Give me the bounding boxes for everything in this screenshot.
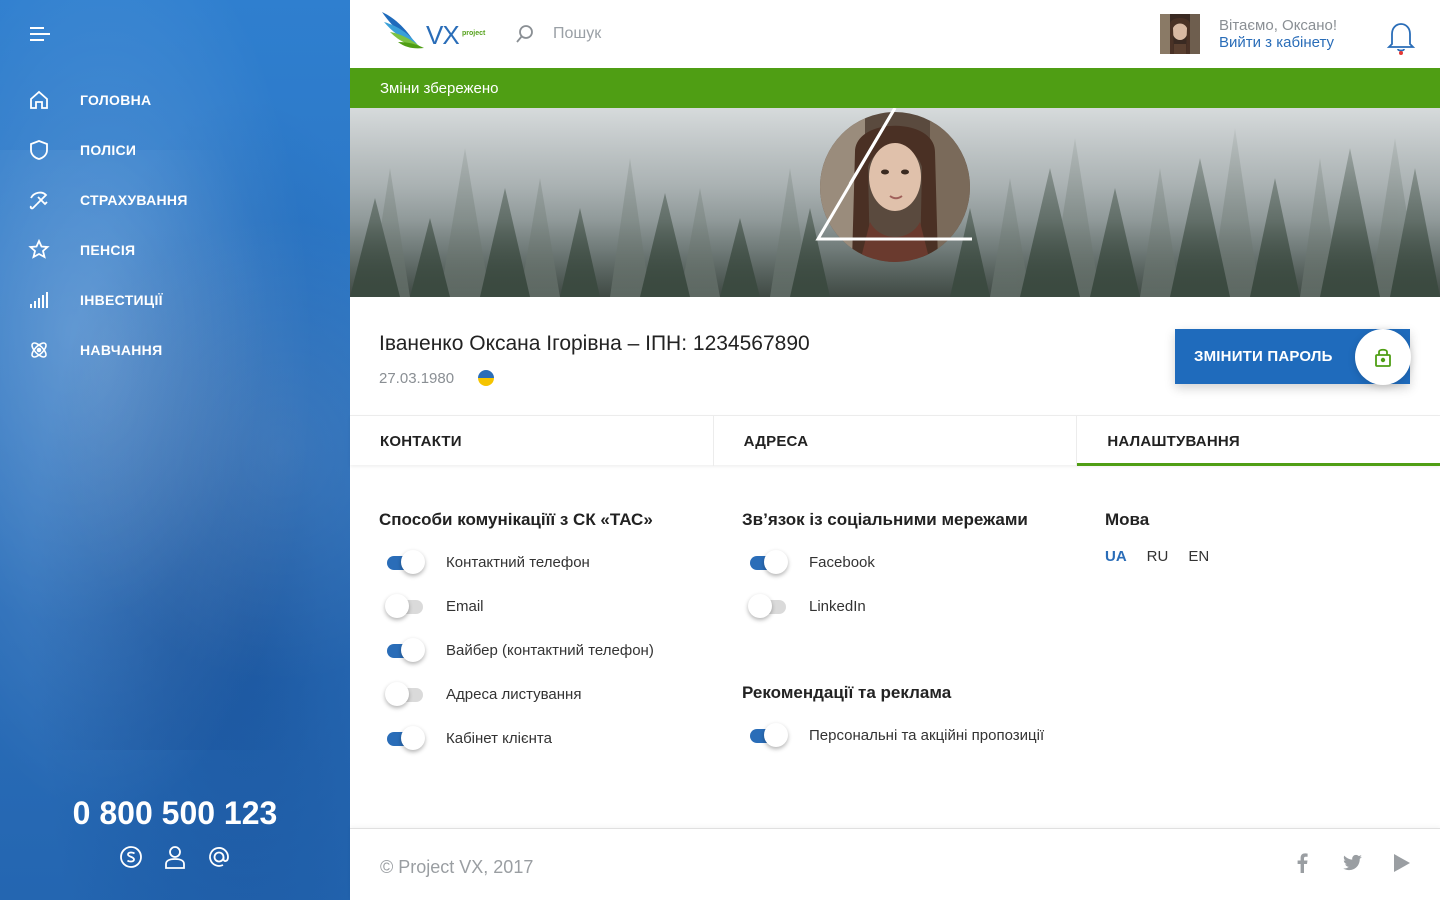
- skype-icon[interactable]: [118, 843, 144, 871]
- greeting-text: Вітаємо, Оксано!: [1219, 17, 1338, 34]
- logo-text: VX: [426, 20, 460, 50]
- search-bar: [515, 24, 753, 44]
- top-header: VX project Вітаємо, Оксано! Вийти з кабі…: [350, 0, 1440, 68]
- toggle-switch[interactable]: [385, 594, 431, 618]
- toggle-switch[interactable]: [385, 550, 431, 574]
- social-links: [1292, 853, 1412, 873]
- setting-row: Контактний телефон: [379, 540, 654, 584]
- star-icon: [28, 239, 50, 261]
- sidebar-item-label: ПОЛІСИ: [80, 142, 137, 158]
- facebook-icon[interactable]: [1292, 853, 1312, 873]
- language-option-ua[interactable]: UA: [1105, 548, 1127, 565]
- social-settings: Зв’язок із соціальними мережами Facebook…: [742, 510, 1028, 628]
- toggle-switch[interactable]: [385, 726, 431, 750]
- sidebar: ГОЛОВНА ПОЛІСИ СТРАХУВАННЯ ПЕНСІЯ ІНВЕСТ…: [0, 0, 350, 900]
- menu-icon[interactable]: [30, 27, 50, 43]
- toggle-switch[interactable]: [748, 550, 794, 574]
- setting-row: Facebook: [742, 540, 1028, 584]
- sidebar-item-label: НАВЧАННЯ: [80, 342, 163, 358]
- profile-tabs: КОНТАКТИ АДРЕСА НАЛАШТУВАННЯ: [350, 415, 1440, 466]
- profile-name: Іваненко Оксана Ігорівна – ІПН: 12345678…: [379, 332, 810, 355]
- umbrella-icon: [28, 189, 50, 211]
- setting-label: Персональні та акційні пропозиції: [809, 726, 1045, 744]
- sidebar-item-label: СТРАХУВАННЯ: [80, 192, 188, 208]
- toggle-switch[interactable]: [748, 723, 794, 747]
- sidebar-item-education[interactable]: НАВЧАННЯ: [0, 325, 350, 375]
- toggle-switch[interactable]: [385, 638, 431, 662]
- twitter-icon[interactable]: [1342, 853, 1362, 873]
- language-settings: Мова UA RU EN: [1105, 510, 1209, 565]
- setting-row: LinkedIn: [742, 584, 1028, 628]
- section-title: Зв’язок із соціальними мережами: [742, 510, 1028, 529]
- section-title: Рекомендації та реклама: [742, 683, 952, 702]
- footer: © Project VX, 2017: [350, 828, 1440, 900]
- user-greeting: Вітаємо, Оксано! Вийти з кабінету: [1219, 17, 1337, 51]
- bell-icon[interactable]: [1386, 20, 1416, 56]
- tab-contacts[interactable]: КОНТАКТИ: [350, 416, 714, 466]
- atom-icon: [28, 339, 50, 361]
- at-icon[interactable]: [206, 843, 232, 871]
- sidebar-item-insurance[interactable]: СТРАХУВАННЯ: [0, 175, 350, 225]
- sidebar-item-policies[interactable]: ПОЛІСИ: [0, 125, 350, 175]
- lock-icon[interactable]: [1355, 329, 1411, 385]
- setting-row: Email: [379, 584, 654, 628]
- setting-label: LinkedIn: [809, 597, 866, 615]
- avatar[interactable]: [1160, 14, 1200, 54]
- communication-settings: Способи комунікаціїї з СК «ТАС» Контактн…: [379, 510, 654, 760]
- setting-row: Адреса листування: [379, 672, 654, 716]
- triangle-frame: [815, 108, 972, 241]
- home-icon: [28, 89, 50, 111]
- setting-label: Адреса листування: [446, 685, 582, 703]
- logout-link[interactable]: Вийти з кабінету: [1219, 34, 1337, 51]
- ukraine-flag-icon: [478, 370, 494, 386]
- setting-label: Facebook: [809, 553, 875, 571]
- user-icon[interactable]: [162, 843, 188, 871]
- youtube-play-icon[interactable]: [1392, 853, 1412, 873]
- section-title: Мова: [1105, 510, 1150, 529]
- ads-settings: Рекомендації та реклама Персональні та а…: [742, 683, 1044, 757]
- search-icon[interactable]: [515, 24, 535, 44]
- language-option-en[interactable]: EN: [1188, 548, 1209, 565]
- section-title: Способи комунікаціїї з СК «ТАС»: [379, 510, 653, 529]
- language-switcher: UA RU EN: [1105, 548, 1209, 565]
- setting-label: Вайбер (контактний телефон): [446, 641, 654, 659]
- language-option-ru[interactable]: RU: [1147, 548, 1169, 565]
- setting-row: Вайбер (контактний телефон): [379, 628, 654, 672]
- bar-chart-icon: [28, 289, 50, 311]
- sidebar-item-investments[interactable]: ІНВЕСТИЦІЇ: [0, 275, 350, 325]
- setting-label: Контактний телефон: [446, 553, 590, 571]
- profile-banner: [350, 108, 1440, 297]
- setting-row: Персональні та акційні пропозиції: [742, 713, 1044, 757]
- setting-row: Кабінет клієнта: [379, 716, 654, 760]
- search-input[interactable]: [553, 25, 753, 43]
- support-phone[interactable]: 0 800 500 123: [0, 795, 350, 832]
- save-notice: Зміни збережено: [350, 68, 1440, 108]
- contact-icons: [0, 843, 350, 871]
- setting-label: Кабінет клієнта: [446, 729, 552, 747]
- tab-settings[interactable]: НАЛАШТУВАННЯ: [1077, 416, 1440, 466]
- logo-subtext: project: [462, 30, 486, 37]
- sidebar-item-label: ГОЛОВНА: [80, 92, 152, 108]
- logo[interactable]: VX project: [380, 8, 490, 58]
- sidebar-item-label: ПЕНСІЯ: [80, 242, 136, 258]
- sidebar-item-label: ІНВЕСТИЦІЇ: [80, 292, 163, 308]
- tab-address[interactable]: АДРЕСА: [714, 416, 1078, 466]
- toggle-switch[interactable]: [385, 682, 431, 706]
- sidebar-item-home[interactable]: ГОЛОВНА: [0, 75, 350, 125]
- sidebar-item-pension[interactable]: ПЕНСІЯ: [0, 225, 350, 275]
- shield-icon: [28, 139, 50, 161]
- date-of-birth: 27.03.1980: [379, 370, 455, 387]
- copyright: © Project VX, 2017: [380, 857, 534, 877]
- toggle-switch[interactable]: [748, 594, 794, 618]
- sidebar-nav: ГОЛОВНА ПОЛІСИ СТРАХУВАННЯ ПЕНСІЯ ІНВЕСТ…: [0, 75, 350, 375]
- setting-label: Email: [446, 597, 484, 615]
